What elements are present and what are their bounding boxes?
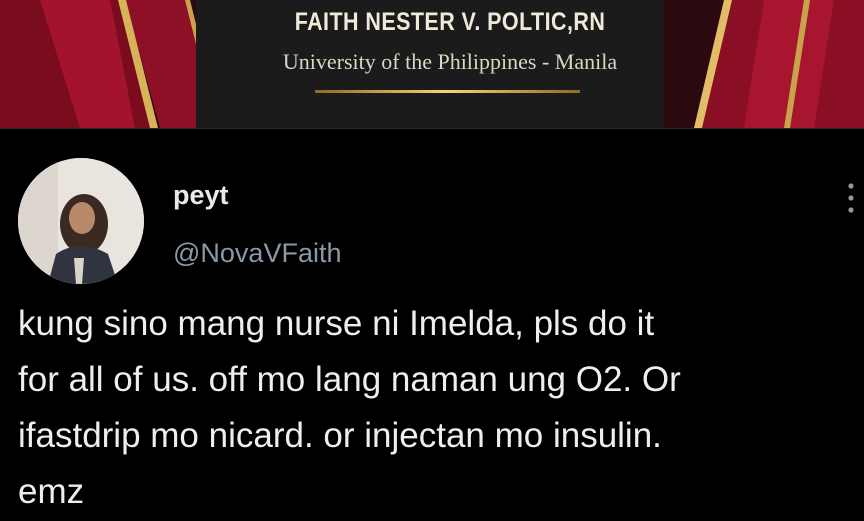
- tweet-body-text: kung sino mang nurse ni Imelda, pls do i…: [18, 304, 681, 511]
- avatar[interactable]: [18, 158, 144, 284]
- banner-divider: [0, 128, 864, 129]
- banner-name-text: FAITH NESTER V. POLTIC,RN: [294, 8, 606, 36]
- gold-underline-decoration: [315, 90, 580, 93]
- banner-school-text: University of the Philippines - Manila: [282, 49, 618, 74]
- display-name[interactable]: peyt: [173, 180, 229, 211]
- cover-banner: FAITH NESTER V. POLTIC,RN University of …: [0, 0, 864, 128]
- user-handle[interactable]: @NovaVFaith: [173, 238, 341, 269]
- profile-photo-icon: [18, 158, 144, 284]
- more-vertical-icon[interactable]: [840, 180, 862, 216]
